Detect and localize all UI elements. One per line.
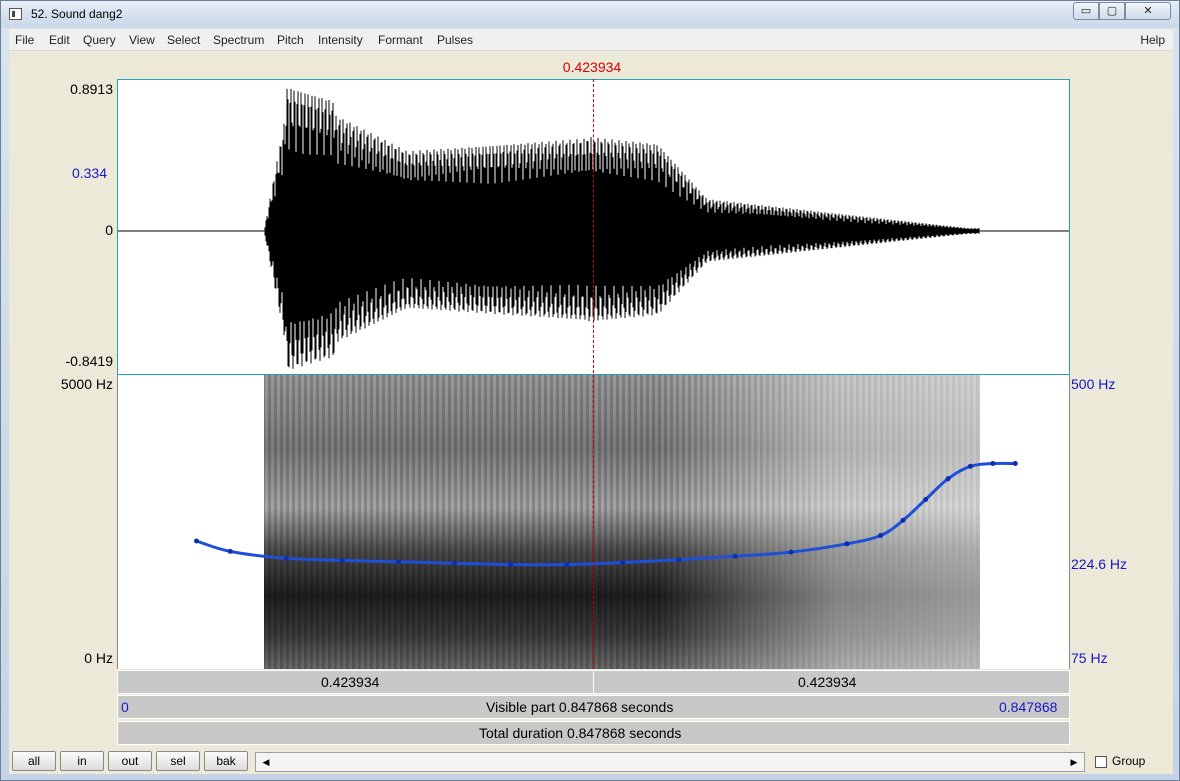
pitch-bottom-label: 75 Hz (1071, 650, 1108, 666)
pitch-top-label: 500 Hz (1071, 376, 1116, 392)
scroll-left-icon[interactable]: ◀ (258, 753, 274, 771)
waveform-signal (264, 88, 980, 369)
visible-part-text: Visible part 0.847868 seconds (486, 699, 674, 715)
pitch-point (283, 555, 289, 561)
menu-help[interactable]: Help (1140, 33, 1165, 47)
group-checkbox[interactable] (1095, 756, 1107, 768)
pitch-point (967, 463, 973, 469)
menu-file[interactable]: File (15, 33, 34, 47)
menu-pitch[interactable]: Pitch (277, 33, 304, 47)
menu-intensity[interactable]: Intensity (318, 33, 363, 47)
menu-edit[interactable]: Edit (49, 33, 70, 47)
menu-view[interactable]: View (129, 33, 155, 47)
pitch-point (620, 560, 626, 565)
wave-y-zero-label: 0 (105, 222, 113, 238)
menu-spectrum[interactable]: Spectrum (213, 33, 264, 47)
pitch-point (395, 559, 401, 565)
spec-freq-bottom-label: 0 Hz (84, 650, 113, 666)
scroll-right-icon[interactable]: ▶ (1066, 753, 1082, 771)
zoom-back-button[interactable]: bak (204, 751, 248, 771)
pitch-point (945, 476, 951, 482)
group-label: Group (1112, 754, 1146, 768)
minimize-button[interactable]: ▭ (1073, 2, 1099, 20)
pitch-cursor-label: 224.6 Hz (1071, 556, 1128, 572)
selection-time-bar[interactable]: 0.423934 0.423934 (117, 670, 1070, 694)
spec-freq-top-label: 5000 Hz (60, 376, 113, 392)
wave-y-max-label: 0.8913 (70, 81, 113, 97)
menu-query[interactable]: Query (83, 33, 116, 47)
total-duration-bar[interactable]: Total duration 0.847868 seconds (117, 721, 1070, 745)
window-title: 52. Sound dang2 (31, 7, 123, 21)
pitch-point (900, 517, 906, 523)
pitch-point (564, 562, 570, 567)
title-bar: 52. Sound dang2 ▭ ▢ ✕ (1, 1, 1179, 28)
menu-bar: File Edit Query View Select Spectrum Pit… (9, 29, 1173, 51)
zoom-selection-button[interactable]: sel (156, 751, 200, 771)
spectrogram-fade (264, 375, 980, 669)
pitch-point (508, 562, 514, 567)
pitch-point (227, 548, 233, 554)
bottom-toolbar: all in out sel bak ◀ ▶ Group (9, 747, 1173, 774)
cursor-divider (593, 671, 594, 693)
close-button[interactable]: ✕ (1125, 2, 1171, 20)
cursor-time-label: 0.423934 (562, 59, 622, 75)
visible-end-time: 0.847868 (999, 699, 1058, 715)
editor-client: File Edit Query View Select Spectrum Pit… (9, 29, 1173, 774)
visible-start-time: 0 (121, 699, 129, 715)
pitch-point (676, 557, 682, 563)
left-segment-duration: 0.423934 (321, 674, 380, 690)
window-icon (9, 8, 22, 20)
pitch-point (339, 557, 345, 563)
wave-y-cursor-label: 0.334 (71, 165, 107, 181)
time-scrollbar[interactable]: ◀ ▶ (255, 752, 1085, 772)
total-duration-text: Total duration 0.847868 seconds (479, 725, 682, 741)
menu-pulses[interactable]: Pulses (437, 33, 473, 47)
cursor-line (593, 79, 594, 669)
visible-part-bar[interactable]: Visible part 0.847868 seconds (117, 695, 1070, 719)
zoom-all-button[interactable]: all (12, 751, 56, 771)
maximize-button[interactable]: ▢ (1099, 2, 1125, 20)
pitch-point (990, 461, 996, 466)
pitch-point (844, 541, 850, 547)
right-segment-duration: 0.423934 (798, 674, 857, 690)
praat-sound-window: 52. Sound dang2 ▭ ▢ ✕ File Edit Query Vi… (0, 0, 1180, 781)
pitch-point (1012, 461, 1018, 466)
pitch-point (452, 560, 457, 566)
menu-select[interactable]: Select (167, 33, 200, 47)
waveform-trace (264, 88, 980, 369)
pitch-point (788, 549, 794, 555)
pitch-point (732, 553, 738, 559)
menu-formant[interactable]: Formant (378, 33, 423, 47)
pitch-point (878, 533, 884, 538)
zoom-out-button[interactable]: out (108, 751, 152, 771)
pitch-point (194, 538, 199, 544)
wave-y-min-label: -0.8419 (65, 353, 113, 369)
pitch-point (923, 497, 929, 502)
zoom-in-button[interactable]: in (60, 751, 104, 771)
